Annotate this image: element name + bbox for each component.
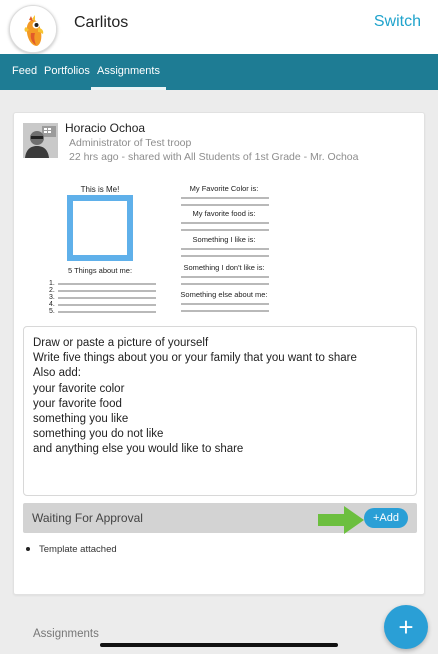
worksheet-number: 4.	[49, 301, 55, 308]
post-meta: 22 hrs ago - shared with All Students of…	[69, 151, 359, 163]
attachment-item[interactable]: Template attached	[26, 544, 117, 555]
worksheet-lines	[58, 283, 156, 313]
worksheet-prompt: Something I like is:	[193, 235, 256, 244]
tab-feed[interactable]: Feed	[12, 65, 37, 77]
photo-frame	[67, 195, 133, 261]
bullet-icon	[26, 547, 30, 552]
tab-bar: Feed Portfolios Assignments	[0, 54, 438, 90]
approval-status-bar: Waiting For Approval +Add	[23, 503, 417, 534]
worksheet-number: 5.	[49, 308, 55, 315]
child-avatar[interactable]	[9, 5, 57, 53]
author-avatar	[23, 123, 58, 158]
worksheet-left-title: This is Me!	[81, 185, 120, 194]
worksheet-number: 1.	[49, 280, 55, 287]
worksheet-prompt: My favorite food is:	[193, 209, 256, 218]
approval-status-label: Waiting For Approval	[32, 511, 143, 525]
worksheet-prompt: My Favorite Color is:	[190, 184, 259, 193]
green-arrow-icon	[318, 506, 364, 534]
add-button[interactable]: +Add	[364, 508, 408, 528]
author-name: Horacio Ochoa	[65, 121, 146, 135]
author-role: Administrator of Test troop	[69, 137, 192, 149]
user-photo-icon	[23, 123, 58, 158]
assignment-instructions[interactable]: Draw or paste a picture of yourself Writ…	[23, 326, 417, 496]
worksheet-number: 3.	[49, 294, 55, 301]
plus-icon: +	[398, 612, 414, 642]
worksheet-preview[interactable]: This is Me! 5 Things about me: 1. 2. 3. …	[44, 177, 304, 323]
assignment-card: Horacio Ochoa Administrator of Test troo…	[13, 112, 425, 595]
attachment-label: Template attached	[39, 544, 117, 555]
child-name: Carlitos	[74, 14, 129, 31]
tab-portfolios[interactable]: Portfolios	[44, 65, 90, 77]
worksheet-prompt: Something else about me:	[180, 290, 267, 299]
add-assignment-fab[interactable]: +	[384, 605, 428, 649]
switch-button[interactable]: Switch	[374, 13, 421, 31]
tab-assignments[interactable]: Assignments	[91, 65, 166, 90]
app-header: Carlitos Switch	[0, 0, 438, 54]
worksheet-things-title: 5 Things about me:	[68, 266, 132, 275]
parrot-logo-icon	[10, 6, 56, 52]
worksheet-number: 2.	[49, 287, 55, 294]
worksheet-prompt: Something I don't like is:	[183, 263, 264, 272]
home-indicator[interactable]	[100, 643, 338, 647]
section-title: Assignments	[33, 628, 99, 640]
